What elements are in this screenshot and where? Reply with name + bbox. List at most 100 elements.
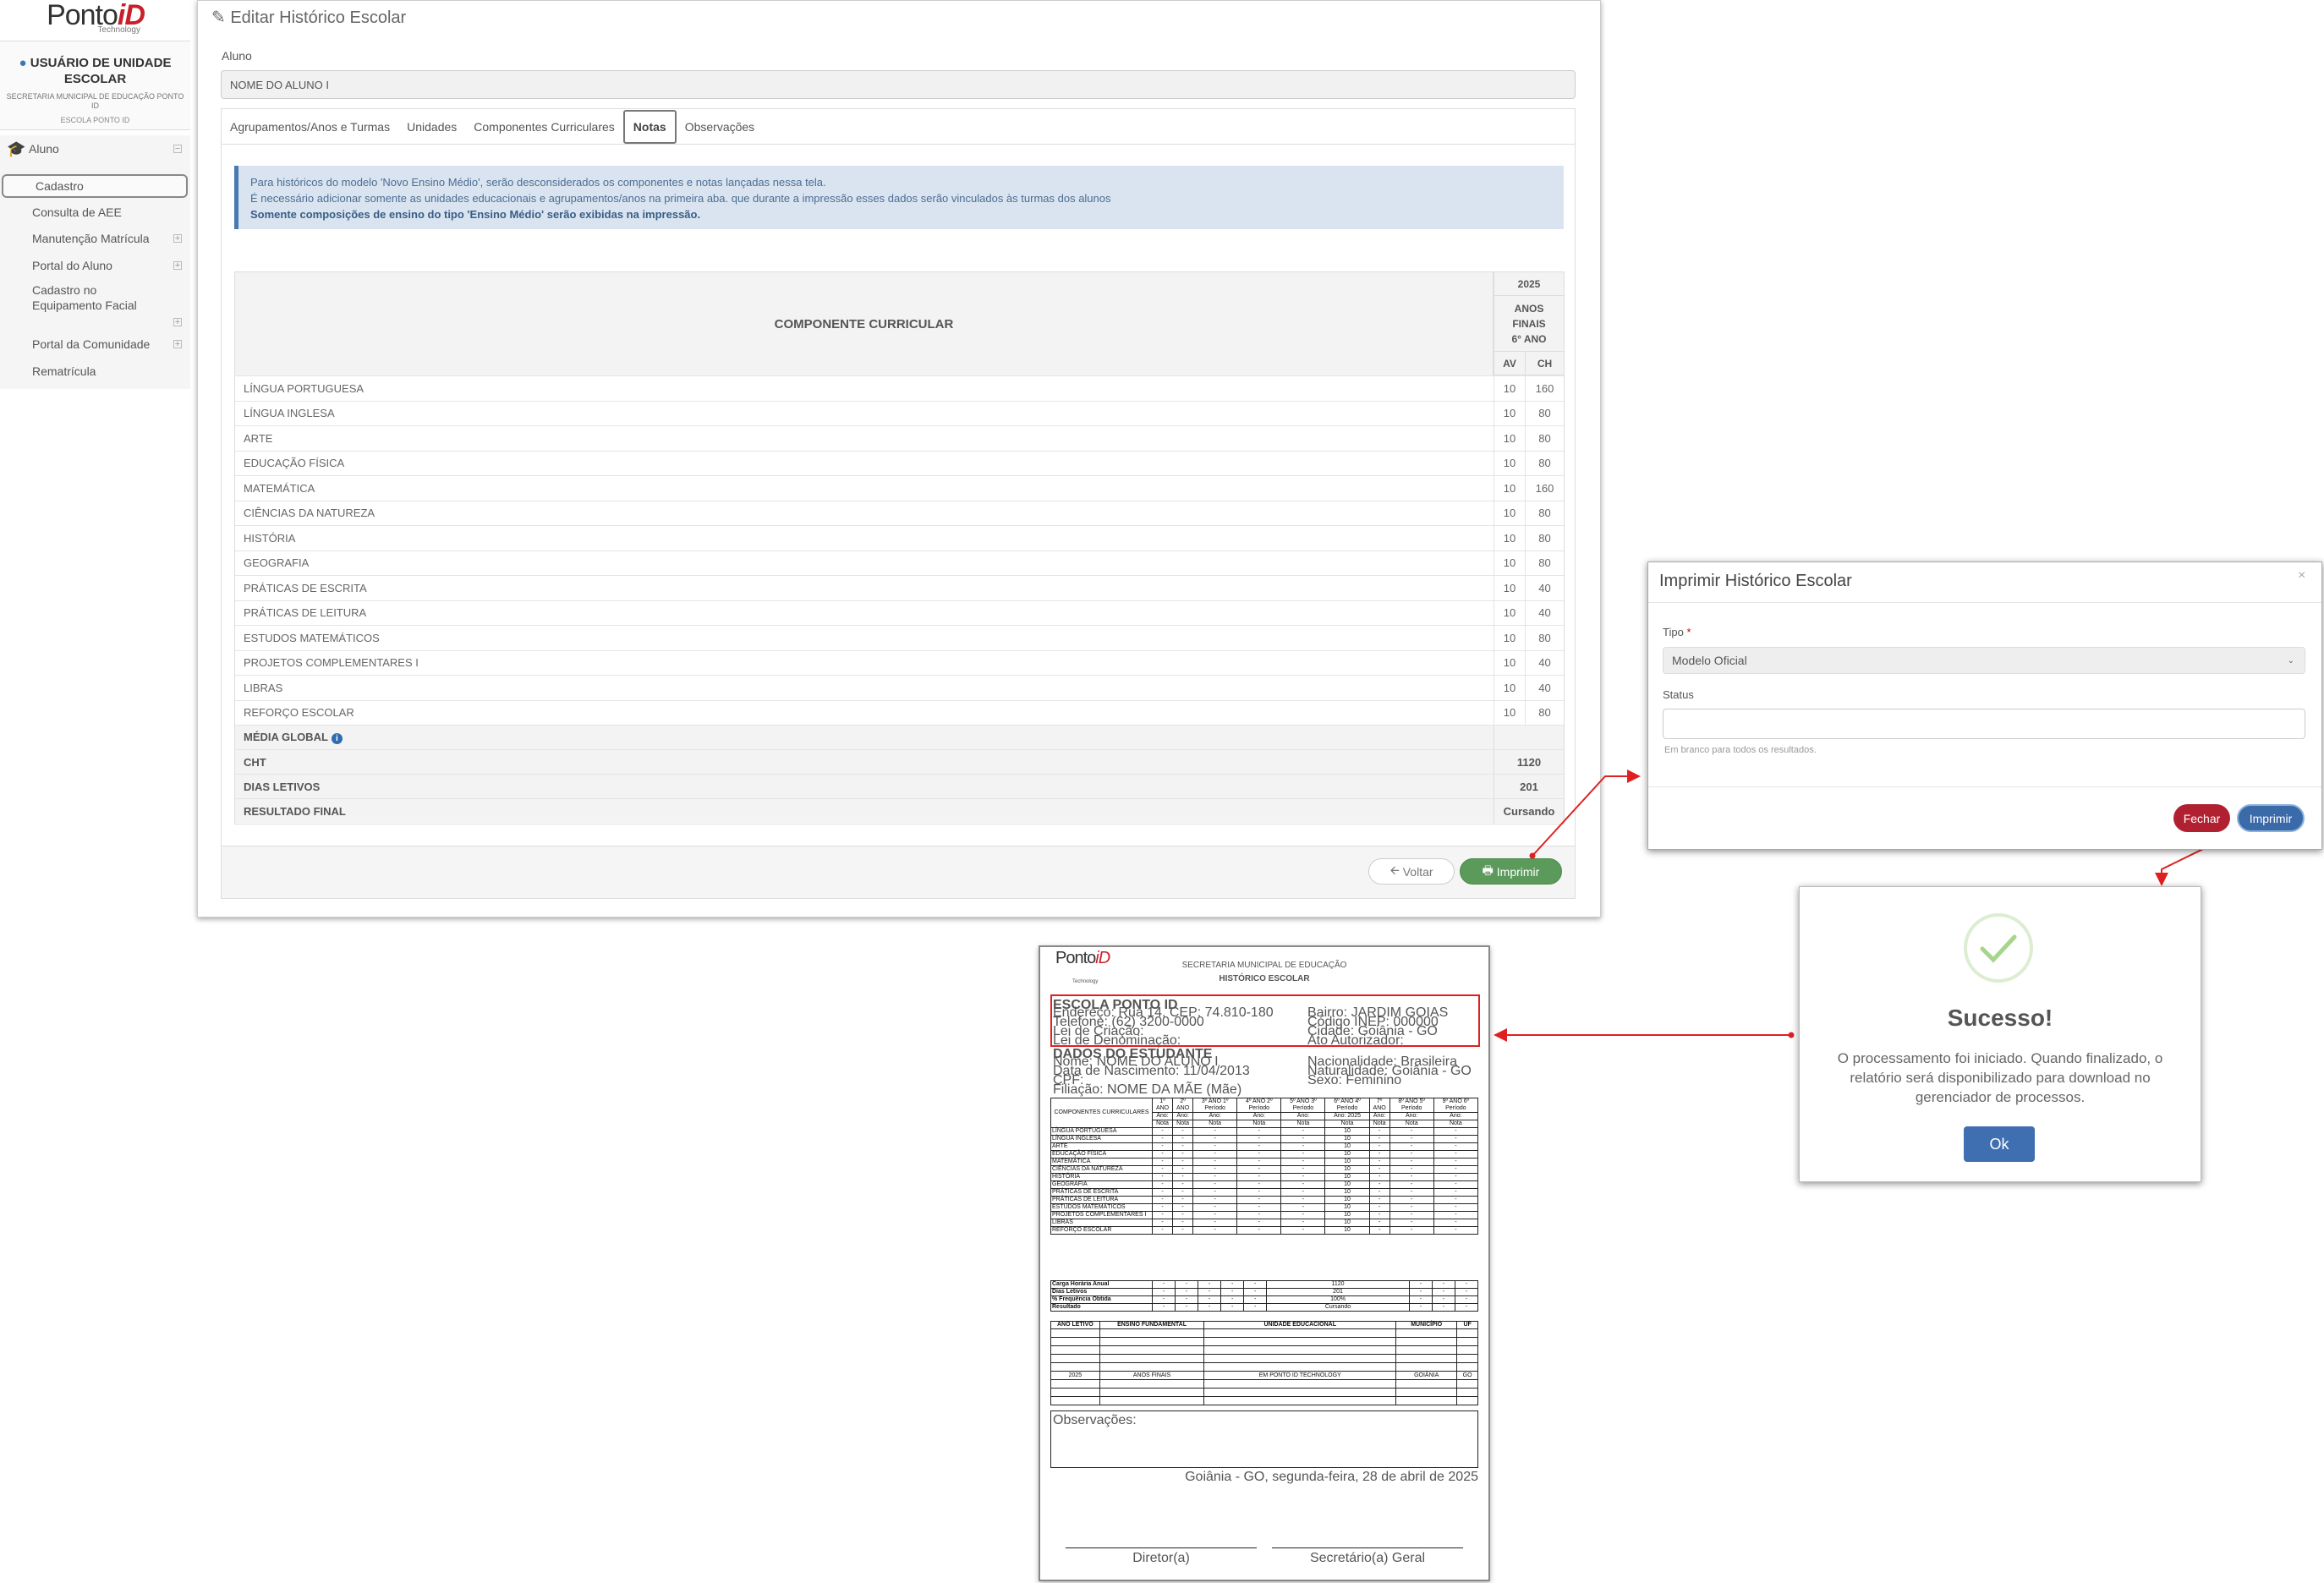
doc-hist-empty bbox=[1395, 1379, 1458, 1389]
doc-grade-empty: - bbox=[1151, 1158, 1174, 1166]
doc-hist-empty bbox=[1203, 1379, 1397, 1389]
doc-hist-cell: 2025 bbox=[1050, 1371, 1100, 1380]
doc-subject: GEOGRAFIA bbox=[1050, 1180, 1153, 1189]
doc-subject: LIBRAS bbox=[1050, 1219, 1153, 1227]
doc-subject: LÍNGUA INGLESA bbox=[1050, 1135, 1153, 1143]
doc-escola-right: Bairro: JARDIM GOIAS Código INEP: 000000… bbox=[1307, 1006, 1448, 1048]
doc-grade-empty: - bbox=[1389, 1142, 1434, 1151]
tipo-select[interactable]: Modelo Oficial ⌄ bbox=[1663, 647, 2305, 674]
imprimir-button[interactable]: Imprimir bbox=[2237, 804, 2305, 832]
doc-summary-empty: - bbox=[1454, 1295, 1479, 1304]
doc-grade-empty: - bbox=[1389, 1211, 1434, 1219]
close-icon[interactable]: × bbox=[2298, 568, 2305, 583]
doc-grade-empty: - bbox=[1192, 1150, 1238, 1158]
doc-grade-empty: - bbox=[1368, 1135, 1390, 1143]
doc-nota-col: Nota bbox=[1389, 1120, 1434, 1128]
doc-grade-empty: - bbox=[1236, 1180, 1282, 1189]
doc-grade-empty: - bbox=[1433, 1150, 1479, 1158]
doc-grade-empty: - bbox=[1172, 1188, 1194, 1197]
doc-hist-empty bbox=[1203, 1328, 1397, 1338]
doc-grade-empty: - bbox=[1389, 1135, 1434, 1143]
doc-observacoes: Observações: bbox=[1053, 1413, 1137, 1427]
doc-grade-empty: - bbox=[1433, 1196, 1479, 1204]
doc-summary-empty: - bbox=[1243, 1295, 1268, 1304]
doc-hist-cell: GOIÂNIA bbox=[1395, 1371, 1458, 1380]
doc-grade-empty: - bbox=[1433, 1135, 1479, 1143]
doc-hist-empty bbox=[1050, 1396, 1100, 1405]
doc-grade-empty: - bbox=[1280, 1127, 1326, 1136]
doc-hist-header: UF bbox=[1456, 1321, 1478, 1329]
doc-subject: MATEMÁTICA bbox=[1050, 1158, 1153, 1166]
doc-grade-empty: - bbox=[1280, 1165, 1326, 1174]
doc-hist-cell: EM PONTO ID TECHNOLOGY bbox=[1203, 1371, 1397, 1380]
doc-grade-empty: - bbox=[1172, 1142, 1194, 1151]
doc-summary-empty: - bbox=[1220, 1303, 1245, 1312]
doc-ano-col: Ano: bbox=[1172, 1112, 1194, 1120]
doc-grade-empty: - bbox=[1172, 1219, 1194, 1227]
doc-grade-empty: - bbox=[1236, 1127, 1282, 1136]
doc-grade-empty: - bbox=[1172, 1165, 1194, 1174]
doc-grade-empty: - bbox=[1192, 1180, 1238, 1189]
doc-hist-empty bbox=[1099, 1337, 1205, 1346]
doc-year-col: 2º ANO bbox=[1172, 1098, 1194, 1113]
doc-ano-col: Ano: bbox=[1389, 1112, 1434, 1120]
doc-grade-empty: - bbox=[1389, 1219, 1434, 1227]
doc-subject: PRÁTICAS DE LEITURA bbox=[1050, 1196, 1153, 1204]
doc-ano-col: Ano: bbox=[1236, 1112, 1282, 1120]
doc-subject: ESTUDOS MATEMÁTICOS bbox=[1050, 1203, 1153, 1212]
doc-hist-empty bbox=[1395, 1396, 1458, 1405]
doc-summary-empty: - bbox=[1220, 1280, 1245, 1289]
ok-button[interactable]: Ok bbox=[1964, 1126, 2035, 1162]
fechar-button[interactable]: Fechar bbox=[2173, 804, 2230, 832]
doc-subject: CIÊNCIAS DA NATUREZA bbox=[1050, 1165, 1153, 1174]
doc-hist-empty bbox=[1395, 1388, 1458, 1397]
doc-grade-empty: - bbox=[1172, 1211, 1194, 1219]
doc-grade-empty: - bbox=[1192, 1226, 1238, 1235]
doc-hist-empty bbox=[1395, 1362, 1458, 1372]
doc-hist-empty bbox=[1050, 1388, 1100, 1397]
doc-nota-col: Nota bbox=[1151, 1120, 1174, 1128]
doc-grade-empty: - bbox=[1280, 1142, 1326, 1151]
doc-hist-empty bbox=[1456, 1328, 1478, 1338]
doc-year-col: 8º ANO 5º Período bbox=[1389, 1098, 1434, 1113]
doc-filiacao: Filiação: NOME DA MÃE (Mãe) bbox=[1053, 1082, 1242, 1097]
doc-grade: 10 bbox=[1324, 1135, 1370, 1143]
status-input[interactable] bbox=[1663, 709, 2305, 739]
doc-grade: 10 bbox=[1324, 1211, 1370, 1219]
doc-hist-empty bbox=[1456, 1345, 1478, 1355]
doc-grade-empty: - bbox=[1192, 1142, 1238, 1151]
doc-history-table: ANO LETIVO ENSINO FUNDAMENTAL UNIDADE EDUC… bbox=[1050, 1321, 1478, 1405]
doc-summary-value: 100% bbox=[1266, 1295, 1410, 1304]
doc-grade-empty: - bbox=[1368, 1165, 1390, 1174]
doc-nota-col: Nota bbox=[1368, 1120, 1390, 1128]
doc-year-col: 5º ANO 3º Período bbox=[1280, 1098, 1326, 1113]
doc-hist-empty bbox=[1203, 1337, 1397, 1346]
doc-grade-empty: - bbox=[1368, 1188, 1390, 1197]
doc-grade: 10 bbox=[1324, 1165, 1370, 1174]
doc-summary-label: Carga Horária Anual bbox=[1050, 1280, 1153, 1289]
doc-grade: 10 bbox=[1324, 1188, 1370, 1197]
doc-hist-empty bbox=[1050, 1328, 1100, 1338]
doc-grade-empty: - bbox=[1236, 1211, 1282, 1219]
doc-hist-empty bbox=[1456, 1379, 1478, 1389]
doc-grade-empty: - bbox=[1368, 1211, 1390, 1219]
doc-hist-empty bbox=[1050, 1337, 1100, 1346]
doc-hist-empty bbox=[1099, 1362, 1205, 1372]
doc-year-col: 1º ANO bbox=[1151, 1098, 1174, 1113]
doc-grade-empty: - bbox=[1280, 1203, 1326, 1212]
doc-grade: 10 bbox=[1324, 1219, 1370, 1227]
doc-grade-empty: - bbox=[1151, 1173, 1174, 1181]
doc-summary-empty: - bbox=[1151, 1303, 1176, 1312]
doc-grade-empty: - bbox=[1172, 1226, 1194, 1235]
doc-grade-empty: - bbox=[1368, 1127, 1390, 1136]
arrow-print-to-modal bbox=[1532, 770, 1641, 857]
doc-grade-empty: - bbox=[1433, 1188, 1479, 1197]
doc-grade-empty: - bbox=[1172, 1158, 1194, 1166]
doc-grade-empty: - bbox=[1151, 1142, 1174, 1151]
doc-grade-empty: - bbox=[1192, 1173, 1238, 1181]
doc-summary-empty: - bbox=[1454, 1303, 1479, 1312]
doc-grade-empty: - bbox=[1280, 1158, 1326, 1166]
doc-hist-empty bbox=[1203, 1362, 1397, 1372]
doc-grade-empty: - bbox=[1236, 1150, 1282, 1158]
doc-grade-empty: - bbox=[1172, 1196, 1194, 1204]
